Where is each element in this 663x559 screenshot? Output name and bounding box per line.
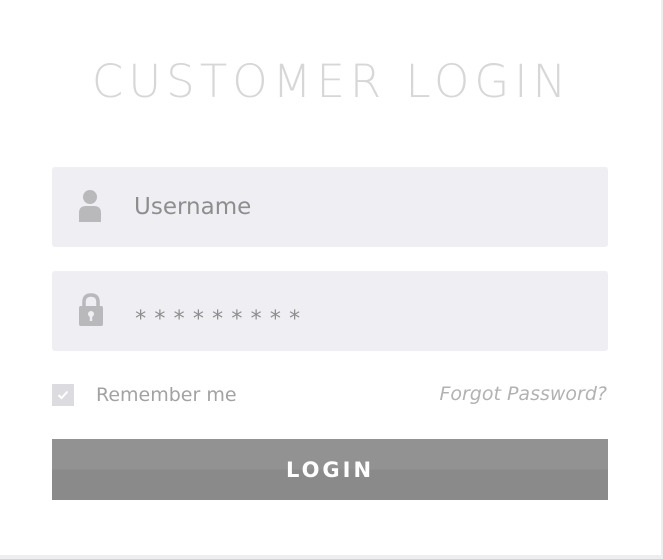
login-button[interactable]: LOGIN	[52, 439, 608, 500]
page-title: CUSTOMER LOGIN	[91, 55, 572, 108]
username-input[interactable]	[134, 167, 584, 247]
username-field[interactable]	[52, 167, 608, 247]
login-card: CUSTOMER LOGIN Remember me	[0, 0, 663, 559]
remember-me[interactable]: Remember me	[52, 383, 237, 407]
password-input[interactable]	[134, 271, 584, 359]
check-icon	[57, 390, 69, 400]
remember-checkbox[interactable]	[52, 384, 74, 406]
lock-icon	[78, 293, 103, 327]
remember-label: Remember me	[96, 384, 237, 406]
forgot-password-link[interactable]: Forgot Password?	[439, 383, 607, 405]
password-field[interactable]	[52, 271, 608, 359]
user-icon	[78, 189, 102, 223]
